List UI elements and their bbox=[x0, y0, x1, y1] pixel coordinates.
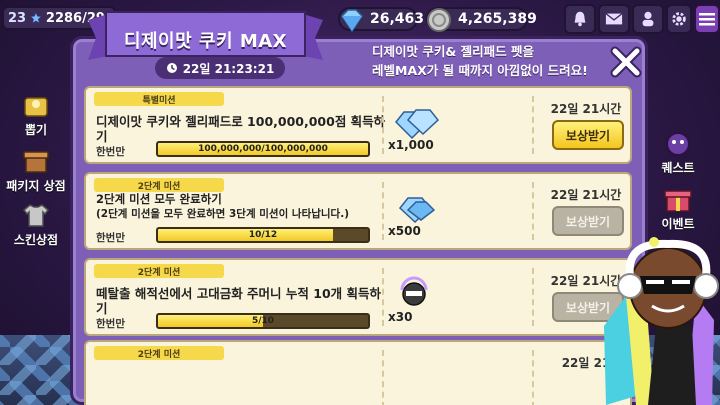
mission-title: 디제이맛 쿠키와 젤리패드로 100,000,000점 획득하기 bbox=[96, 114, 386, 144]
gear-icon bbox=[672, 12, 686, 26]
mission-frequency: 한번만 bbox=[96, 318, 125, 330]
sidebar-item-label: 스킨상점 bbox=[13, 233, 59, 247]
progress-text: 100,000,000/100,000,000 bbox=[198, 144, 328, 154]
mail-icon bbox=[605, 13, 623, 25]
divider bbox=[532, 96, 534, 154]
mission-card: 2단계 미션 2단계 미션 모두 완료하기 (2단계 미션을 모두 완료하면 3… bbox=[84, 172, 632, 250]
divider bbox=[382, 96, 384, 154]
event-description-line1: 디제이맛 쿠키& 젤리패드 펫을 bbox=[372, 44, 534, 59]
package-shop-icon bbox=[23, 151, 49, 173]
coin-icon bbox=[427, 8, 451, 32]
mission-title: 떼탈출 해적선에서 고대금화 주머니 누적 10개 획득하기 bbox=[96, 286, 382, 316]
gacha-icon bbox=[24, 97, 48, 117]
reward-quantity: x500 bbox=[388, 224, 421, 238]
claim-reward-button[interactable]: 보상받기 bbox=[552, 206, 624, 236]
dj-cookie-character bbox=[604, 237, 719, 405]
divider bbox=[382, 350, 384, 405]
sidebar-item-event[interactable]: 이벤트 bbox=[648, 176, 708, 232]
mission-time-left: 22일 21시간 bbox=[550, 102, 622, 116]
sidebar-item-package-shop[interactable]: 패키지 상점 bbox=[4, 142, 68, 194]
divider bbox=[532, 350, 534, 405]
close-button[interactable] bbox=[610, 46, 642, 78]
friends-icon bbox=[642, 11, 654, 27]
mission-title-line1: 2단계 미션 모두 완료하기 bbox=[96, 192, 222, 206]
mission-frequency: 한번만 bbox=[96, 146, 125, 158]
stamina-star-icon bbox=[30, 11, 42, 24]
coin-count: 4,265,389 bbox=[458, 11, 537, 27]
divider bbox=[382, 182, 384, 240]
divider bbox=[532, 182, 534, 240]
mission-progress-bar: 5/10 bbox=[156, 313, 370, 329]
event-description: 디제이맛 쿠키& 젤리패드 펫을 레벨MAX가 될 때까지 아낌없이 드려요! bbox=[372, 42, 602, 80]
menu-icon bbox=[699, 13, 715, 26]
progress-text: 5/10 bbox=[251, 316, 275, 326]
event-timer: 22일 21:23:21 bbox=[155, 57, 285, 79]
mission-tag: 2단계 미션 bbox=[94, 264, 224, 278]
mission-progress-bar: 100,000,000/100,000,000 bbox=[156, 141, 370, 157]
settings-button[interactable] bbox=[666, 4, 692, 34]
bell-button[interactable] bbox=[564, 4, 596, 34]
dj-pet-icon bbox=[400, 276, 428, 306]
menu-button[interactable] bbox=[694, 4, 720, 34]
sidebar-item-quest[interactable]: 퀘스트 bbox=[648, 120, 708, 176]
crystal-icon bbox=[394, 109, 440, 140]
crystal-counter[interactable]: 26,463 bbox=[338, 7, 424, 33]
mission-card: 특별미션 디제이맛 쿠키와 젤리패드로 100,000,000점 획득하기 한번… bbox=[84, 86, 632, 164]
sidebar-item-label: 패키지 상점 bbox=[6, 179, 66, 193]
event-timer-text: 22일 21:23:21 bbox=[182, 61, 275, 76]
friends-button[interactable] bbox=[632, 4, 664, 34]
mail-button[interactable] bbox=[598, 4, 630, 34]
sidebar-item-label: 뽑기 bbox=[24, 123, 48, 137]
event-description-line2: 레벨MAX가 될 때까지 아낌없이 드려요! bbox=[372, 63, 588, 78]
skin-shop-icon bbox=[22, 204, 50, 227]
crystal-count: 26,463 bbox=[370, 11, 425, 27]
mission-card: 2단계 미션 떼탈출 해적선에서 고대금화 주머니 누적 10개 획득하기 한번… bbox=[84, 258, 632, 336]
sidebar-item-label: 퀘스트 bbox=[661, 161, 695, 175]
divider bbox=[382, 268, 384, 326]
crystal-icon bbox=[398, 197, 436, 224]
event-title: 디제이맛 쿠키 MAX bbox=[123, 31, 288, 52]
sidebar-item-skin-shop[interactable]: 스킨상점 bbox=[4, 196, 68, 248]
claim-reward-button[interactable]: 보상받기 bbox=[552, 120, 624, 150]
mission-frequency: 한번만 bbox=[96, 232, 125, 244]
reward-quantity: x30 bbox=[388, 310, 413, 324]
mission-title-line2: (2단계 미션을 모두 완료하면 3단계 미션이 나타납니다.) bbox=[96, 208, 349, 220]
mission-tag: 2단계 미션 bbox=[94, 178, 224, 192]
sidebar-item-label: 이벤트 bbox=[661, 217, 695, 231]
mission-tag: 2단계 미션 bbox=[94, 346, 224, 360]
progress-text: 10/12 bbox=[248, 230, 278, 240]
mission-title: 2단계 미션 모두 완료하기 (2단계 미션을 모두 완료하면 3단계 미션이 … bbox=[96, 192, 386, 222]
close-icon bbox=[610, 46, 642, 78]
coin-counter[interactable]: 4,265,389 bbox=[426, 7, 537, 32]
player-level: 23 bbox=[8, 10, 27, 26]
divider bbox=[532, 268, 534, 326]
mission-time-left: 22일 21시간 bbox=[550, 188, 622, 202]
mission-list[interactable]: 특별미션 디제이맛 쿠키와 젤리패드로 100,000,000점 획득하기 한번… bbox=[84, 86, 632, 405]
mission-progress-bar: 10/12 bbox=[156, 227, 370, 243]
event-icon bbox=[664, 190, 692, 212]
reward-quantity: x1,000 bbox=[388, 138, 434, 152]
sidebar-item-gacha[interactable]: 뽑기 bbox=[4, 86, 68, 138]
mission-card: 2단계 미션 22일 21 bbox=[84, 340, 632, 405]
quest-icon bbox=[666, 132, 690, 156]
crystal-icon bbox=[341, 9, 363, 33]
bell-icon bbox=[574, 11, 586, 27]
mission-tag: 특별미션 bbox=[94, 92, 224, 106]
clock-icon bbox=[166, 63, 177, 73]
